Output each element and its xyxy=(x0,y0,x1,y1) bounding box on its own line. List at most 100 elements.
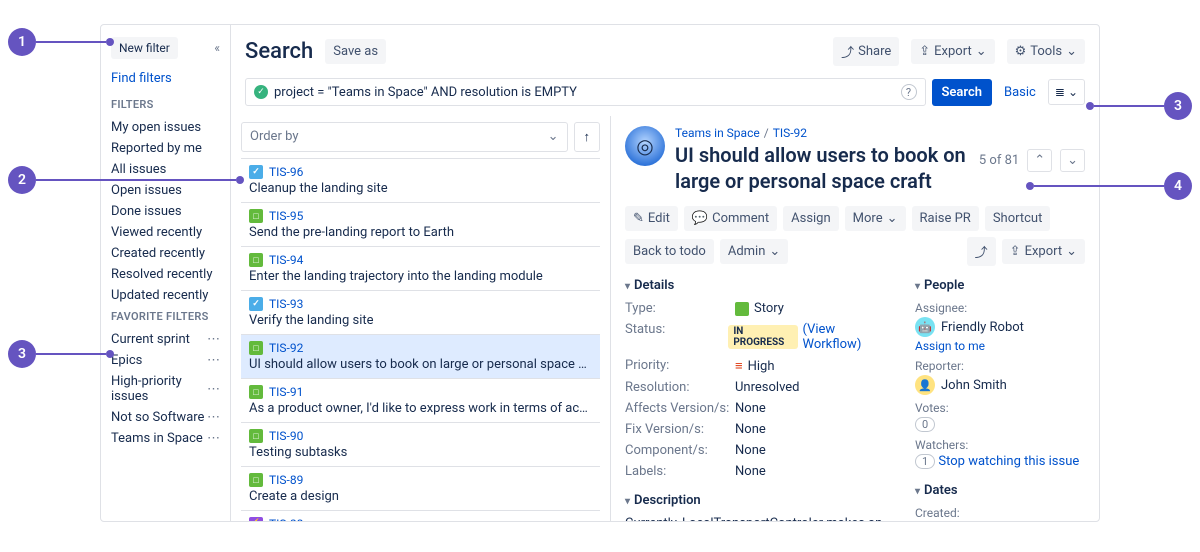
people-heading[interactable]: People xyxy=(915,278,1085,293)
share-icon: ⤴ xyxy=(975,242,988,261)
issue-summary: Verify the landing site xyxy=(249,313,592,328)
assign-button[interactable]: Assign xyxy=(783,206,839,231)
story-icon: □ xyxy=(249,385,263,399)
issue-row[interactable]: ⚡TIS-88All activities leading to mission… xyxy=(241,510,600,521)
more-icon[interactable]: ⋯ xyxy=(207,332,220,347)
sidebar-filter[interactable]: Reported by me xyxy=(111,138,220,159)
sidebar-filter[interactable]: Created recently xyxy=(111,243,220,264)
story-icon: □ xyxy=(249,341,263,355)
comment-icon: 💬 xyxy=(692,211,708,226)
sort-direction-button[interactable]: ↑ xyxy=(574,122,601,152)
issue-key[interactable]: TIS-93 xyxy=(269,297,303,311)
prev-issue-button[interactable]: ⌃ xyxy=(1027,149,1052,172)
layout-toggle[interactable]: ≣⌄ xyxy=(1048,79,1085,105)
sidebar-favorite-filter[interactable]: Not so Software⋯ xyxy=(111,407,220,428)
admin-button[interactable]: Admin ⌄ xyxy=(720,239,788,264)
raise-pr-button[interactable]: Raise PR xyxy=(912,206,979,231)
main-area: Search Save as ⤴Share ⇪Export ⌄ ⚙Tools ⌄… xyxy=(231,25,1099,521)
sidebar-filter[interactable]: My open issues xyxy=(111,117,220,138)
issue-row[interactable]: ✓TIS-93Verify the landing site xyxy=(241,290,600,334)
issue-key[interactable]: TIS-95 xyxy=(269,209,303,223)
description-heading[interactable]: Description xyxy=(625,493,891,508)
issue-key[interactable]: TIS-92 xyxy=(269,341,303,355)
edit-button[interactable]: ✎ Edit xyxy=(625,206,678,231)
tools-button[interactable]: ⚙Tools ⌄ xyxy=(1007,39,1085,64)
view-workflow-link[interactable]: (View Workflow) xyxy=(803,322,891,352)
help-icon[interactable]: ? xyxy=(901,84,917,100)
issue-row[interactable]: □TIS-95Send the pre-landing report to Ea… xyxy=(241,202,600,246)
more-icon[interactable]: ⋯ xyxy=(207,431,220,446)
export-icon: ⇪ xyxy=(1010,244,1021,259)
app-window: New filter « Find filters Filters My ope… xyxy=(100,24,1100,522)
sidebar-favorite-filter[interactable]: High-priority issues⋯ xyxy=(111,371,220,407)
chevron-down-icon: ⌄ xyxy=(769,244,780,259)
task-icon: ✓ xyxy=(249,165,263,179)
sidebar-filter[interactable]: Viewed recently xyxy=(111,222,220,243)
header: Search Save as ⤴Share ⇪Export ⌄ ⚙Tools ⌄ xyxy=(231,25,1099,78)
issue-key[interactable]: TIS-90 xyxy=(269,429,303,443)
share-button[interactable]: ⤴Share xyxy=(833,37,899,66)
issue-key[interactable]: TIS-94 xyxy=(269,253,303,267)
export-issue-button[interactable]: ⇪ Export ⌄ xyxy=(1002,239,1085,264)
more-button[interactable]: More ⌄ xyxy=(845,206,906,231)
sidebar-filter[interactable]: Updated recently xyxy=(111,285,220,306)
search-button[interactable]: Search xyxy=(932,79,993,106)
issue-row[interactable]: □TIS-92UI should allow users to book on … xyxy=(241,334,600,378)
issue-row[interactable]: □ TIS-91 As a product owner, I'd like to e… xyxy=(241,378,600,422)
issue-summary: Testing subtasks xyxy=(249,445,592,460)
sidebar-filter[interactable]: Done issues xyxy=(111,201,220,222)
caret-icon xyxy=(625,493,630,508)
reporter-name: John Smith xyxy=(941,378,1007,393)
chevron-down-icon: ⌄ xyxy=(548,129,559,145)
export-button[interactable]: ⇪Export ⌄ xyxy=(911,39,994,64)
new-filter-button[interactable]: New filter xyxy=(111,37,178,59)
order-by-select[interactable]: Order by⌄ xyxy=(241,122,568,152)
more-icon[interactable]: ⋯ xyxy=(207,382,220,397)
chevron-down-icon: ⌄ xyxy=(1066,244,1077,259)
issue-key[interactable]: TIS-89 xyxy=(269,473,303,487)
pencil-icon: ✎ xyxy=(633,211,644,226)
sidebar-favorite-filter[interactable]: Current sprint⋯ xyxy=(111,329,220,350)
dates-heading[interactable]: Dates xyxy=(915,483,1085,498)
issue-key[interactable]: TIS-96 xyxy=(269,165,303,179)
issue-summary: Enter the landing trajectory into the la… xyxy=(249,269,592,284)
chevron-down-icon: ⌄ xyxy=(887,211,898,226)
list-icon: ≣ xyxy=(1055,85,1065,99)
jql-input[interactable]: ✓ project = "Teams in Space" AND resolut… xyxy=(245,78,926,106)
issue-row[interactable]: □TIS-89Create a design xyxy=(241,466,600,510)
share-issue-button[interactable]: ⤴ xyxy=(967,237,996,266)
basic-search-link[interactable]: Basic xyxy=(998,81,1042,104)
sidebar-filter[interactable]: Resolved recently xyxy=(111,264,220,285)
more-icon[interactable]: ⋯ xyxy=(207,353,220,368)
shortcut-button[interactable]: Shortcut xyxy=(985,206,1051,231)
sidebar-favorite-filter[interactable]: Teams in Space⋯ xyxy=(111,428,220,449)
breadcrumb[interactable]: Teams in Space/TIS-92 xyxy=(675,126,969,140)
stop-watching-link[interactable]: Stop watching this issue xyxy=(938,454,1079,469)
more-icon[interactable]: ⋯ xyxy=(207,410,220,425)
jql-text: project = "Teams in Space" AND resolutio… xyxy=(274,85,895,100)
chevron-down-icon: ⌄ xyxy=(1068,85,1078,99)
result-count: 5 of 81 xyxy=(979,153,1019,168)
comment-button[interactable]: 💬 Comment xyxy=(684,206,777,231)
find-filters-link[interactable]: Find filters xyxy=(111,71,220,86)
back-to-todo-button[interactable]: Back to todo xyxy=(625,239,714,264)
issue-row[interactable]: □TIS-90Testing subtasks xyxy=(241,422,600,466)
next-issue-button[interactable]: ⌄ xyxy=(1060,149,1085,172)
save-as-button[interactable]: Save as xyxy=(325,39,386,64)
details-heading[interactable]: Details xyxy=(625,278,891,293)
assign-to-me-link[interactable]: Assign to me xyxy=(915,339,1085,353)
issue-key[interactable]: TIS-91 xyxy=(269,385,303,399)
caret-icon xyxy=(915,278,920,293)
issue-key[interactable]: TIS-88 xyxy=(269,517,303,521)
votes-count: 0 xyxy=(915,417,935,432)
sidebar-favorite-filter[interactable]: Epics⋯ xyxy=(111,350,220,371)
caret-icon xyxy=(915,483,920,498)
issue-row[interactable]: ✓TIS-96Cleanup the landing site xyxy=(241,158,600,202)
collapse-sidebar-icon[interactable]: « xyxy=(214,41,220,55)
filters-heading: Filters xyxy=(111,98,220,111)
status-badge: IN PROGRESS xyxy=(728,325,797,349)
issue-row[interactable]: □TIS-94Enter the landing trajectory into… xyxy=(241,246,600,290)
callout-3-left: 3 xyxy=(8,340,114,368)
sidebar: New filter « Find filters Filters My ope… xyxy=(101,25,231,521)
issue-summary: As a product owner, I'd like to express … xyxy=(249,401,592,416)
